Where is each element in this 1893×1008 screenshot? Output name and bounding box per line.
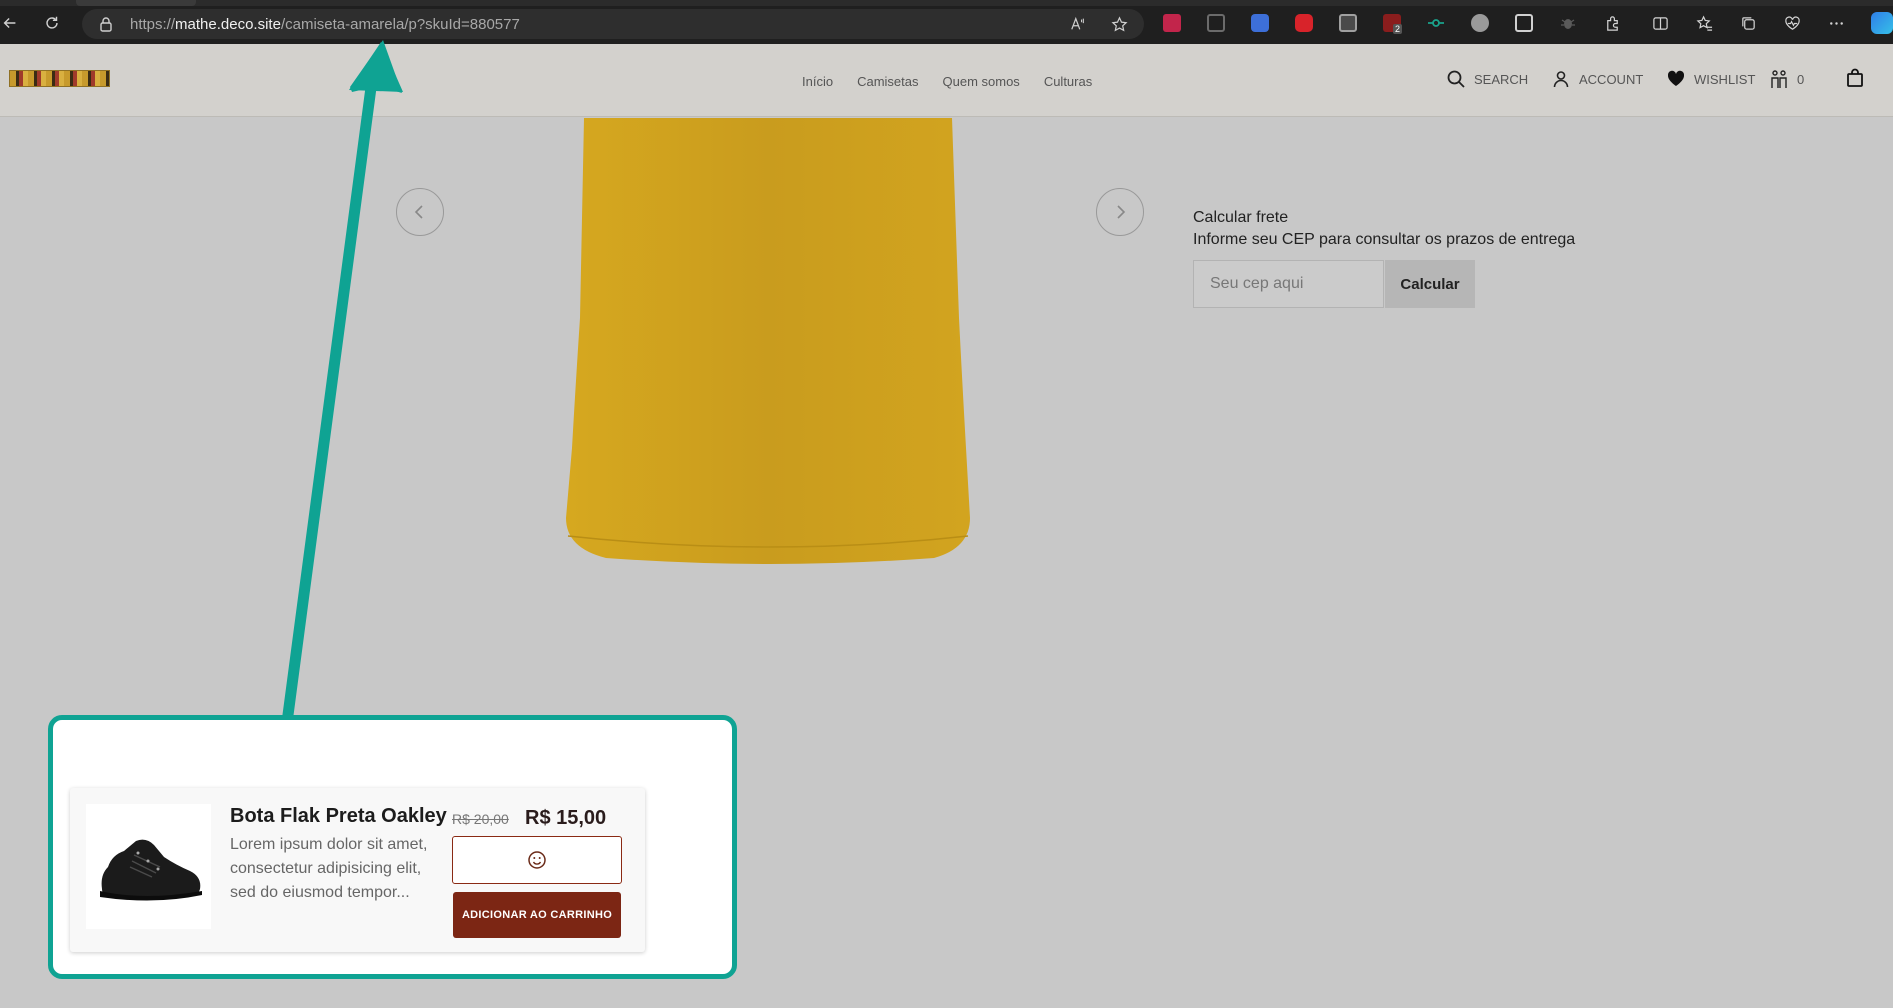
nav-link-inicio[interactable]: Início [802,74,833,89]
wishlist-button[interactable]: WISHLIST [1666,69,1755,89]
account-label: ACCOUNT [1579,71,1644,87]
freight-subtitle: Informe seu CEP para consultar os prazos… [1193,231,1576,248]
search-icon [1447,70,1465,88]
extension-badge: 2 [1393,24,1403,34]
extension-screen-icon[interactable] [1251,14,1269,32]
nav-link-quem-somos[interactable]: Quem somos [943,74,1020,89]
wishlist-label: WISHLIST [1694,71,1756,87]
boot-image [99,839,202,901]
shopping-bag-icon[interactable] [1845,68,1865,88]
tab-strip [0,0,1893,6]
extension-circle-icon[interactable] [1471,14,1489,32]
price-sale: R$ 15,00 [525,807,607,829]
back-icon[interactable] [0,13,20,33]
active-tab[interactable] [76,0,196,6]
site-logo[interactable] [9,70,110,87]
copilot-icon[interactable] [1871,12,1893,34]
heart-icon [1667,70,1685,86]
gallery-prev-button[interactable] [396,188,444,236]
read-aloud-icon[interactable] [1069,15,1087,33]
address-bar[interactable]: https://mathe.deco.site/camiseta-amarela… [82,9,1144,39]
search-button[interactable]: SEARCH [1446,69,1528,89]
extension-youtube-icon[interactable] [1295,14,1313,32]
product-card-description: Lorem ipsum dolor sit amet, consectetur … [230,836,428,901]
smiley-icon [528,851,546,869]
extension-table-icon[interactable] [1515,14,1533,32]
more-menu-icon[interactable] [1827,14,1845,32]
product-card-image[interactable] [86,804,211,929]
url-scheme: https:// [130,16,176,33]
variant-selector-button[interactable] [452,836,622,884]
split-screen-icon[interactable] [1651,14,1669,32]
url-text[interactable]: https://mathe.deco.site/camiseta-amarela… [130,16,520,33]
url-host: mathe.deco.site [175,16,281,33]
chevron-left-icon [414,205,423,219]
add-to-cart-button[interactable]: ADICIONAR AO CARRINHO [453,892,621,938]
chevron-right-icon [1117,205,1126,219]
lock-icon [98,16,114,32]
extension-window-icon[interactable] [1339,14,1357,32]
freight-calculator: Calcular frete Informe seu CEP para cons… [1193,208,1576,308]
site-header: Início Camisetas Quem somos Culturas SEA… [0,44,1893,117]
main-nav: Início Camisetas Quem somos Culturas [802,74,1092,89]
compare-people-icon [1771,70,1787,88]
cep-input[interactable] [1193,260,1384,308]
extensions-puzzle-icon[interactable] [1603,14,1621,32]
account-button[interactable]: ACCOUNT [1551,69,1643,89]
product-card[interactable]: Bota Flak Preta Oakley Lorem ipsum dolor… [70,788,645,952]
product-image [566,118,970,564]
price-original: R$ 20,00 [452,811,509,827]
favorite-star-icon[interactable] [1110,15,1128,33]
nav-link-culturas[interactable]: Culturas [1044,74,1092,89]
extension-red-icon[interactable] [1163,14,1181,32]
compare-button[interactable]: 0 [1769,69,1804,89]
extension-shield-icon[interactable] [1207,14,1225,32]
refresh-icon[interactable] [42,13,62,33]
calculate-button[interactable]: Calcular [1385,260,1475,308]
url-path: /camiseta-amarela/p?skuId=880577 [280,16,520,33]
favorites-icon[interactable] [1695,14,1713,32]
extension-git-icon[interactable] [1427,14,1445,32]
user-icon [1553,71,1569,88]
gallery-next-button[interactable] [1096,188,1144,236]
health-icon[interactable] [1783,14,1801,32]
collections-icon[interactable] [1739,14,1757,32]
search-label: SEARCH [1474,71,1529,87]
product-card-title[interactable]: Bota Flak Preta Oakley [230,805,447,828]
extension-ublock-icon[interactable]: 2 [1383,14,1403,34]
compare-count: 0 [1797,71,1805,87]
browser-toolbar: https://mathe.deco.site/camiseta-amarela… [0,0,1893,44]
highlight-box: Bota Flak Preta Oakley Lorem ipsum dolor… [48,715,737,979]
freight-title: Calcular frete [1193,209,1289,226]
extension-bug-icon[interactable] [1559,14,1577,32]
nav-link-camisetas[interactable]: Camisetas [857,74,918,89]
